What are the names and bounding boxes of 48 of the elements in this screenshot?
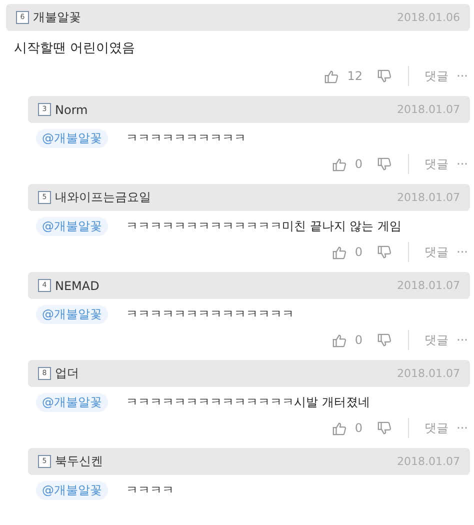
mention-tag[interactable]: @개불알꽃	[36, 216, 108, 236]
reply-date: 2018.01.07	[397, 279, 460, 292]
thumbs-down-icon[interactable]	[376, 68, 392, 84]
more-button[interactable]: ···	[456, 333, 468, 347]
thumbs-down-icon[interactable]	[376, 156, 392, 172]
comment-date: 2018.01.06	[397, 11, 460, 24]
like-count: 0	[354, 245, 363, 259]
mention-tag[interactable]: @개불알꽃	[36, 128, 108, 148]
thumbs-up-icon[interactable]	[332, 156, 347, 172]
more-button[interactable]: ···	[456, 245, 468, 259]
author-name[interactable]: 내와이프는금요일	[55, 189, 151, 206]
more-button[interactable]: ···	[456, 157, 468, 171]
reply-button[interactable]: 댓글	[424, 244, 449, 260]
reply-text: ㅋㅋㅋㅋㅋㅋㅋㅋㅋㅋㅋㅋㅋㅋ시발 개터졌네	[126, 394, 370, 410]
like-count: 0	[354, 333, 363, 347]
author-name[interactable]: 개불알꽃	[33, 9, 81, 26]
mention-tag[interactable]: @개불알꽃	[36, 304, 108, 324]
reply-date: 2018.01.07	[397, 367, 460, 380]
like-count: 12	[347, 69, 363, 83]
reply-text: ㅋㅋㅋㅋ	[126, 482, 174, 498]
reply-text: ㅋㅋㅋㅋㅋㅋㅋㅋㅋㅋ	[126, 130, 246, 146]
reply-button[interactable]: 댓글	[424, 68, 449, 84]
thumbs-down-icon[interactable]	[376, 244, 392, 260]
thumbs-up-icon[interactable]	[332, 332, 347, 348]
reply-date: 2018.01.07	[397, 191, 460, 204]
thumbs-up-icon[interactable]	[332, 244, 347, 260]
more-button[interactable]: ···	[456, 421, 468, 435]
reply-text: ㅋㅋㅋㅋㅋㅋㅋㅋㅋㅋㅋㅋㅋㅋ	[126, 306, 294, 322]
reply-text: ㅋㅋㅋㅋㅋㅋㅋㅋㅋㅋㅋㅋㅋ미친 끝나지 않는 게임	[126, 218, 402, 234]
comment-text: 시작할땐 어린이였음	[13, 40, 136, 58]
reply-button[interactable]: 댓글	[424, 332, 449, 348]
mention-tag[interactable]: @개불알꽃	[36, 480, 108, 500]
reply-button[interactable]: 댓글	[424, 156, 449, 172]
reply-date: 2018.01.07	[397, 455, 460, 468]
author-name[interactable]: 업더	[55, 365, 79, 382]
author-name[interactable]: NEMAD	[55, 278, 100, 292]
thumbs-down-icon[interactable]	[376, 420, 392, 436]
thumbs-down-icon[interactable]	[376, 332, 392, 348]
like-count: 0	[354, 157, 363, 171]
reply-button[interactable]: 댓글	[424, 420, 449, 436]
author-name[interactable]: 북두신켄	[55, 453, 103, 470]
thumbs-up-icon[interactable]	[324, 68, 340, 84]
thumbs-up-icon[interactable]	[332, 420, 347, 436]
author-name[interactable]: Norm	[55, 102, 88, 116]
more-button[interactable]: ···	[456, 69, 468, 83]
reply-date: 2018.01.07	[397, 103, 460, 116]
like-count: 0	[354, 421, 363, 435]
mention-tag[interactable]: @개불알꽃	[36, 392, 108, 412]
